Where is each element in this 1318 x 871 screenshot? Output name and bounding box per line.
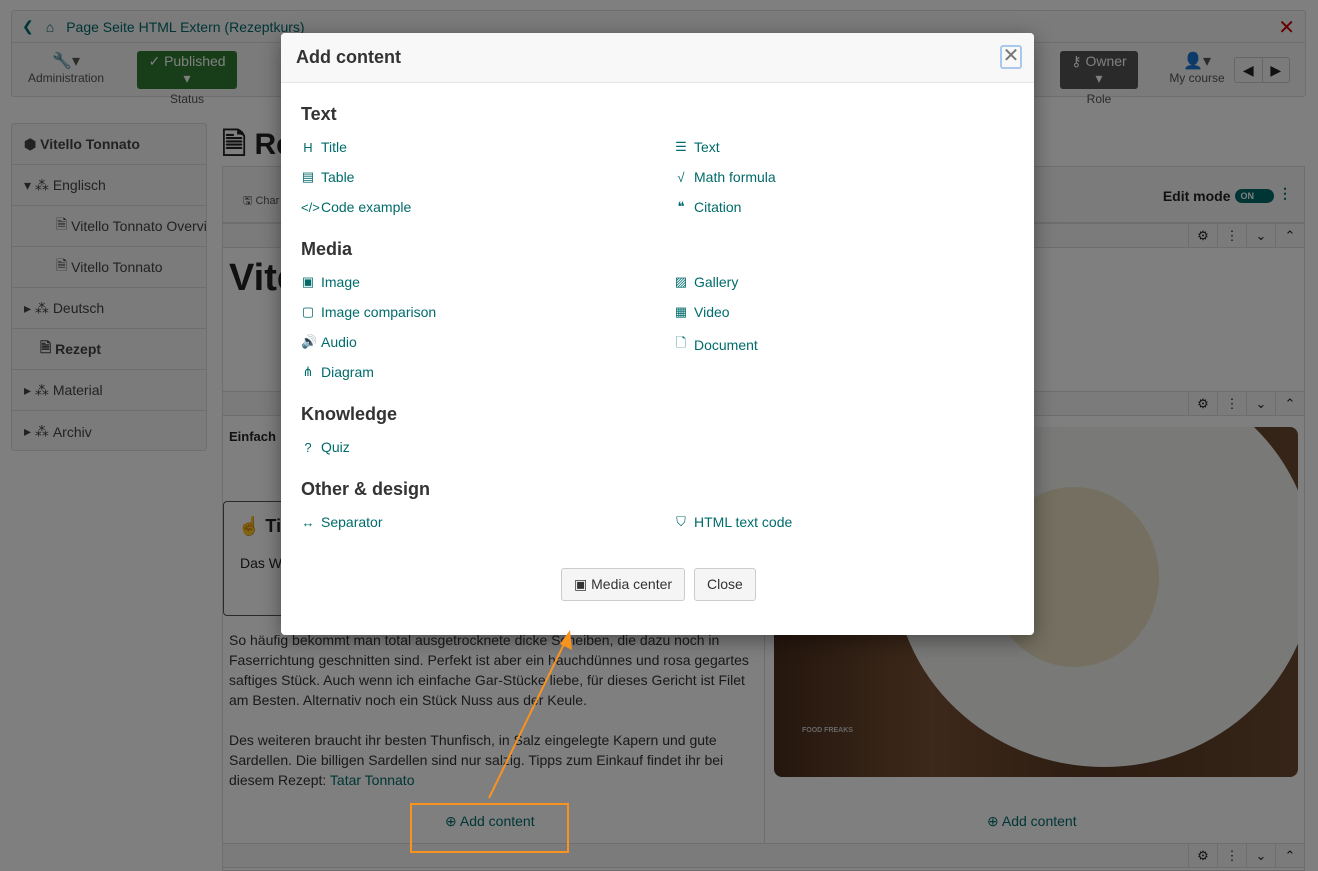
annotation-arrow (488, 630, 572, 799)
